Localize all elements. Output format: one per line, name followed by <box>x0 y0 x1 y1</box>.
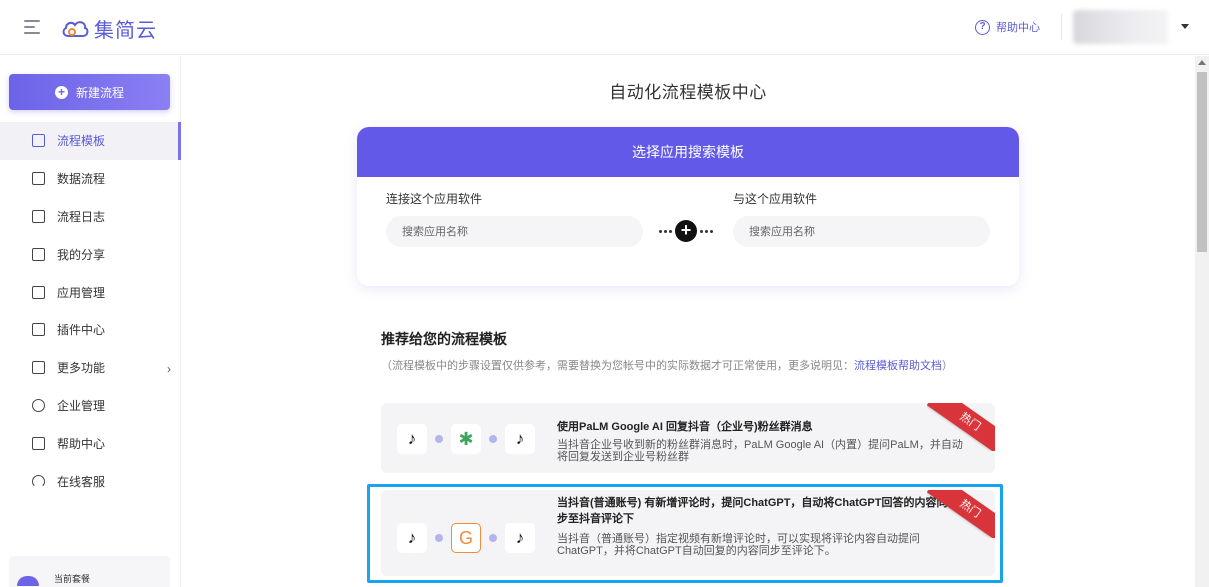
page-title: 自动化流程模板中心 <box>609 83 767 103</box>
sidebar-item-my-shares[interactable]: 我的分享 <box>0 235 181 273</box>
question-icon: ? <box>975 19 990 35</box>
sidebar-item-data-flows[interactable]: 数据流程 <box>0 160 181 198</box>
recommend-desc-suffix: ） <box>942 360 953 372</box>
tiktok-icon: ♪ <box>397 424 427 454</box>
new-flow-label: 新建流程 <box>75 85 124 100</box>
logo[interactable]: 集简云 <box>60 14 157 43</box>
sidebar-item-enterprise[interactable]: 企业管理 <box>0 387 181 425</box>
template-help-doc-link[interactable]: 流程模板帮助文档 <box>854 360 942 372</box>
chevron-down-icon[interactable] <box>1181 24 1189 29</box>
tiktok-icon: ♪ <box>505 424 535 454</box>
template-title: 使用PaLM Google AI 回复抖音（企业号)粉丝群消息 <box>557 421 813 433</box>
arrow-dot-icon <box>489 534 497 542</box>
sidebar-item-flow-logs[interactable]: 流程日志 <box>0 198 181 236</box>
sidebar: + 新建流程 流程模板 数据流程 流程日志 我的分享 应用管理 插件中心 更多功… <box>0 56 181 587</box>
dots-icon <box>700 229 713 233</box>
left-app-label: 连接这个应用软件 <box>386 192 483 206</box>
sidebar-item-label: 更多功能 <box>57 361 106 376</box>
right-app-search-input[interactable] <box>733 216 990 247</box>
arrow-dot-icon <box>435 534 443 542</box>
template-description: 当抖音（普通账号）指定视频有新增评论时，可以实现将评论内容自动提问ChatGPT… <box>557 533 920 557</box>
sidebar-item-more-features[interactable]: 更多功能 › <box>0 349 181 387</box>
logo-text: 集简云 <box>94 18 157 42</box>
chevron-right-icon: › <box>167 361 171 376</box>
hot-badge-label: 热门 <box>927 403 995 451</box>
sidebar-item-label: 企业管理 <box>57 398 106 413</box>
template-app-chain: ♪ G ♪ <box>397 523 535 553</box>
recommend-description: （流程模板中的步骤设置仅供参考，需要替换为您帐号中的实际数据才可正常使用，更多说… <box>381 357 953 373</box>
current-plan[interactable]: 当前套餐 <box>9 556 170 587</box>
log-icon <box>32 209 45 223</box>
sidebar-item-templates[interactable]: 流程模板 <box>0 122 181 160</box>
sidebar-item-plugin-center[interactable]: 插件中心 <box>0 311 181 349</box>
plan-icon <box>17 576 39 586</box>
sidebar-item-app-management[interactable]: 应用管理 <box>0 273 181 311</box>
template-title: 当抖音(普通账号) 有新增评论时，提问ChatGPT，自动将ChatGPT回答的… <box>557 497 948 525</box>
hot-badge: 热门 <box>927 490 995 538</box>
top-bar: 集简云 ? 帮助中心 <box>0 0 1209 55</box>
template-description: 当抖音企业号收到新的粉丝群消息时，PaLM Google AI（内置）提问PaL… <box>557 439 963 463</box>
sidebar-item-label: 数据流程 <box>57 172 106 187</box>
app-search-card: 选择应用搜索模板 连接这个应用软件 与这个应用软件 + <box>357 127 1019 286</box>
new-flow-button[interactable]: + 新建流程 <box>9 74 170 110</box>
right-app-label: 与这个应用软件 <box>733 192 818 206</box>
arrow-dot-icon <box>489 435 497 443</box>
hot-badge-label: 热门 <box>927 490 995 538</box>
user-account-blurred[interactable] <box>1073 10 1168 44</box>
tiktok-icon: ♪ <box>397 523 427 553</box>
hot-badge: 热门 <box>927 403 995 451</box>
chatgpt-icon: G <box>451 523 481 553</box>
scroll-thumb[interactable] <box>1197 72 1207 252</box>
sidebar-item-label: 流程模板 <box>57 134 106 149</box>
arrow-dot-icon <box>435 435 443 443</box>
scroll-up-icon[interactable] <box>1198 60 1206 65</box>
menu-toggle-icon[interactable] <box>24 20 40 36</box>
plus-icon: + <box>54 85 68 99</box>
sidebar-item-help-center[interactable]: 帮助中心 <box>0 424 181 462</box>
plus-circle-icon: + <box>675 220 697 242</box>
dots-icon <box>659 229 672 233</box>
template-card[interactable]: ♪ G ♪ 当抖音(普通账号) 有新增评论时，提问ChatGPT，自动将Chat… <box>381 490 995 576</box>
help-icon <box>32 436 45 450</box>
recommend-title: 推荐给您的流程模板 <box>381 332 507 348</box>
sidebar-item-label: 帮助中心 <box>57 436 106 451</box>
chart-icon <box>32 172 45 186</box>
sidebar-item-label: 我的分享 <box>57 247 106 262</box>
connector: + <box>659 220 713 242</box>
plugin-icon <box>32 323 45 337</box>
search-card-header: 选择应用搜索模板 <box>357 127 1019 177</box>
template-card[interactable]: ♪ ✱ ♪ 使用PaLM Google AI 回复抖音（企业号)粉丝群消息 当抖… <box>381 403 995 473</box>
sidebar-item-label: 流程日志 <box>57 209 106 224</box>
sidebar-item-label: 在线客服 <box>57 474 106 489</box>
help-center-link[interactable]: ? 帮助中心 <box>975 19 1040 35</box>
template-app-chain: ♪ ✱ ♪ <box>397 424 535 454</box>
more-icon <box>32 361 45 375</box>
main-content: 自动化流程模板中心 选择应用搜索模板 连接这个应用软件 与这个应用软件 + 推荐… <box>181 56 1195 587</box>
sidebar-item-label: 插件中心 <box>57 323 106 338</box>
recommend-desc-prefix: （流程模板中的步骤设置仅供参考，需要替换为您帐号中的实际数据才可正常使用，更多说… <box>381 360 854 372</box>
palm-icon: ✱ <box>451 424 481 454</box>
sidebar-item-label: 应用管理 <box>57 285 106 300</box>
left-app-search-input[interactable] <box>386 216 643 247</box>
divider <box>1061 14 1062 40</box>
sidebar-item-online-support[interactable]: 在线客服 <box>0 462 181 500</box>
cloud-logo-icon <box>62 20 89 37</box>
support-icon <box>32 474 45 488</box>
plan-label: 当前套餐 <box>54 574 91 584</box>
help-center-label: 帮助中心 <box>996 22 1040 34</box>
tiktok-icon: ♪ <box>505 523 535 553</box>
scrollbar[interactable] <box>1195 56 1209 587</box>
apps-icon <box>32 285 45 299</box>
enterprise-icon <box>32 398 45 412</box>
template-icon <box>32 134 45 148</box>
sidebar-nav: 流程模板 数据流程 流程日志 我的分享 应用管理 插件中心 更多功能 › 企业管… <box>0 122 181 500</box>
share-icon <box>32 247 45 261</box>
